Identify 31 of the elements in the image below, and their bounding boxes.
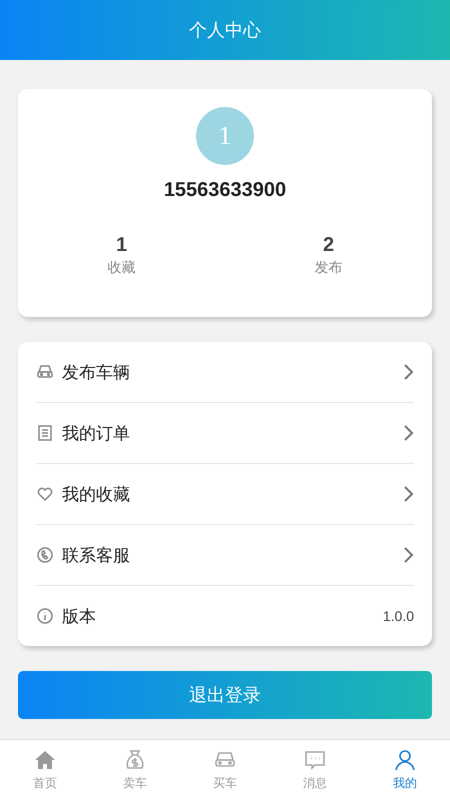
tab[interactable]: 首页: [0, 740, 90, 800]
menu-item-label[interactable]: 发布车辆: [62, 360, 394, 384]
car-icon: [36, 363, 54, 381]
chevron-right-icon: [402, 424, 414, 442]
menu-item-label[interactable]: 我的收藏: [62, 482, 394, 506]
phone-number: 15563633900: [164, 179, 286, 202]
stat-value: 2: [322, 234, 334, 257]
menu-item-label[interactable]: 版本: [62, 604, 375, 628]
info-icon: [36, 607, 54, 625]
tab[interactable]: 卖车: [90, 740, 180, 800]
stat-label: 收藏: [108, 259, 136, 277]
avatar: 1: [196, 107, 254, 165]
menu-item-label[interactable]: 我的订单: [62, 422, 394, 444]
chevron-right-icon: [402, 485, 414, 503]
menu-item-label[interactable]: 联系客服: [62, 544, 394, 566]
stat-value: 1: [116, 234, 128, 257]
stat-label: 发布: [314, 259, 342, 277]
version-value: 1.0.0: [382, 608, 414, 624]
page-title: 个人中心: [189, 19, 261, 42]
tab[interactable]: 我的: [360, 740, 450, 800]
list-icon: [36, 424, 54, 442]
heart-icon: [36, 485, 54, 503]
chevron-right-icon: [402, 546, 414, 564]
tab[interactable]: 消息: [270, 740, 360, 800]
chat-icon: [303, 748, 327, 772]
chevron-right-icon: [402, 363, 414, 381]
logout-button[interactable]: 退出登录: [18, 671, 432, 719]
user-icon: [393, 748, 417, 772]
tab[interactable]: 买车: [180, 740, 270, 800]
phone-icon: [36, 546, 54, 564]
home-icon: [33, 748, 57, 772]
